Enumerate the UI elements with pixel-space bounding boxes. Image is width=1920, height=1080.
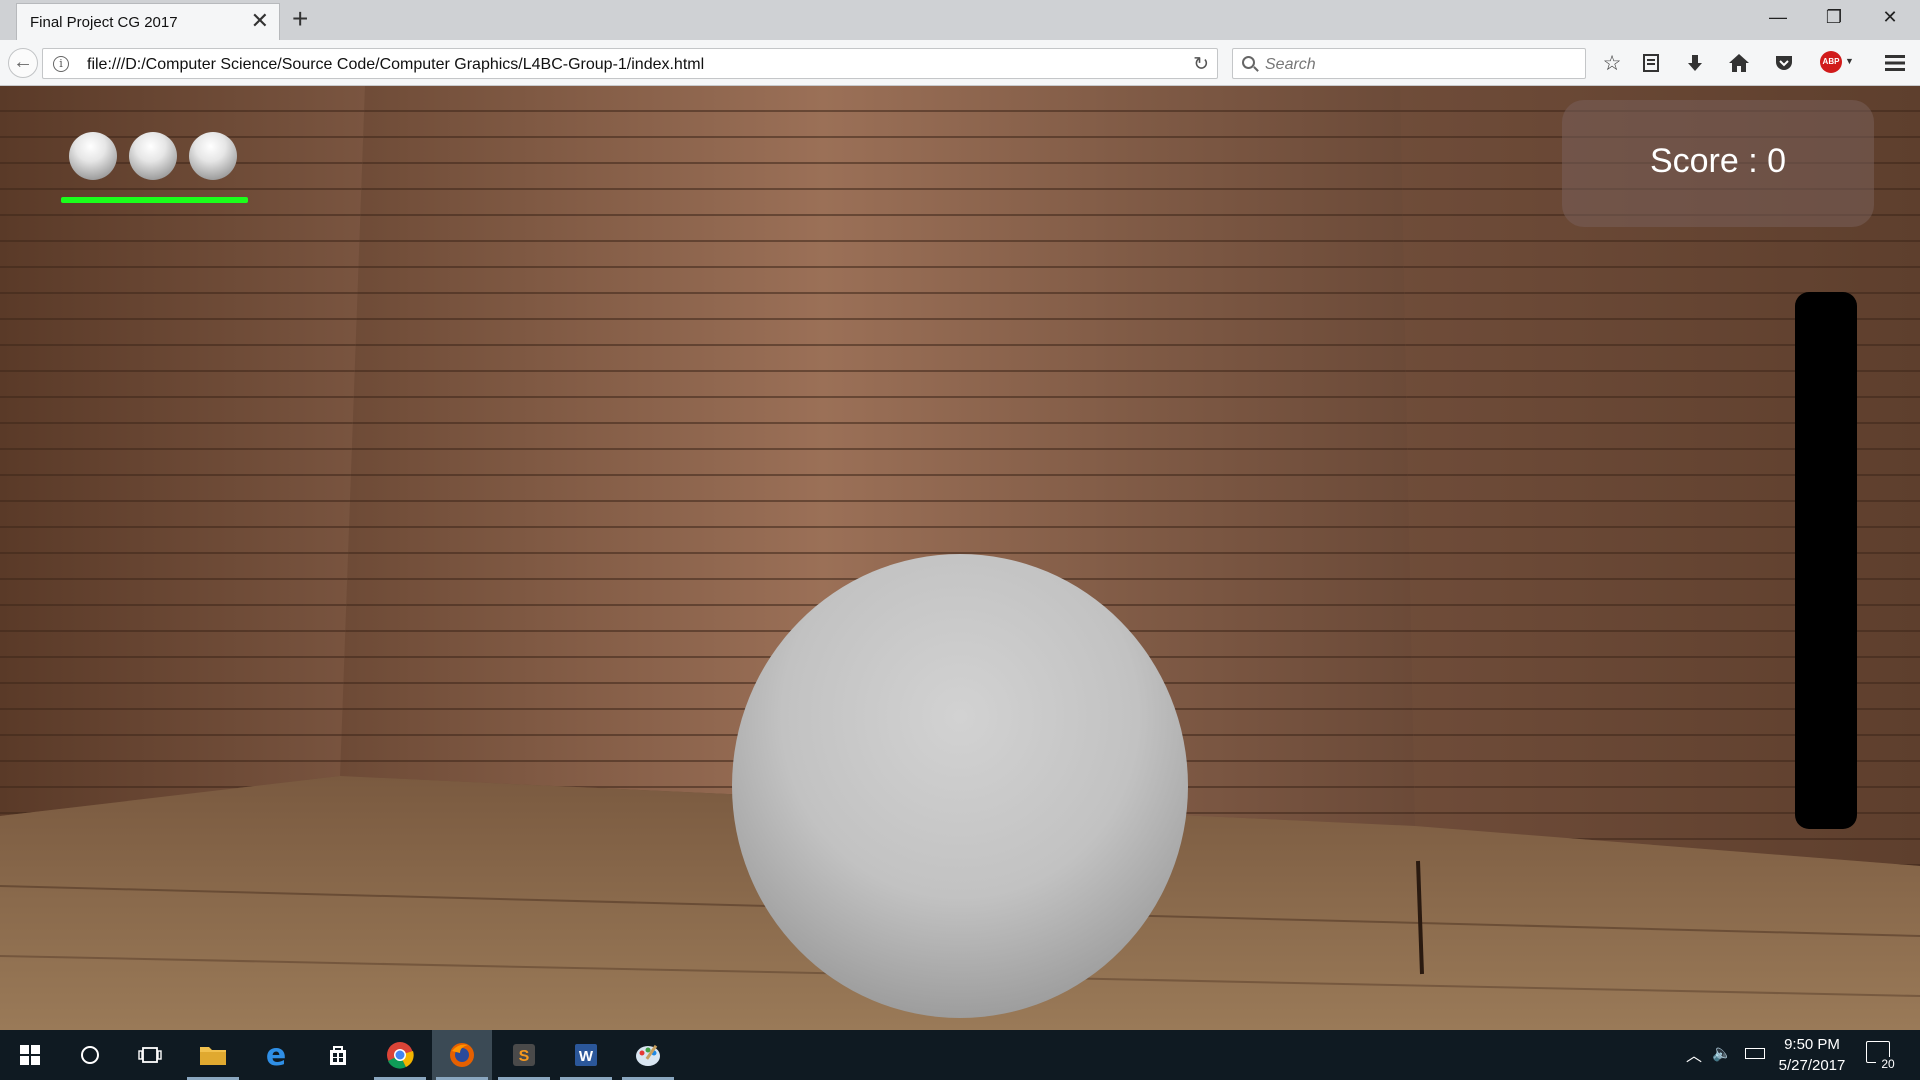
player-ball xyxy=(732,554,1188,1018)
adblock-plus-icon[interactable]: ABP xyxy=(1820,51,1842,73)
search-icon xyxy=(1242,56,1255,69)
back-arrow-icon: ← xyxy=(13,51,33,73)
svg-text:W: W xyxy=(579,1048,594,1065)
new-tab-button[interactable]: + xyxy=(292,4,308,34)
chevron-down-icon[interactable]: ▼ xyxy=(1845,56,1854,66)
url-text[interactable]: file:///D:/Computer Science/Source Code/… xyxy=(87,56,704,74)
score-text: Score : 0 xyxy=(1649,142,1787,180)
store-icon[interactable] xyxy=(308,1030,368,1080)
download-icon[interactable] xyxy=(1680,48,1710,78)
reload-icon[interactable]: ↻ xyxy=(1193,53,1209,76)
score-panel: Score : 0 xyxy=(1562,100,1874,227)
cortana-icon[interactable] xyxy=(60,1030,120,1080)
windows-start-icon[interactable] xyxy=(0,1030,60,1080)
tab-close-icon[interactable]: ✕ xyxy=(251,10,269,32)
volume-icon[interactable]: 🔈 xyxy=(1712,1043,1732,1063)
tab-strip: Final Project CG 2017 ✕ + — ❐ ✕ xyxy=(0,0,1920,40)
paint-icon[interactable] xyxy=(618,1030,678,1080)
svg-text:S: S xyxy=(519,1048,530,1065)
tab-title: Final Project CG 2017 xyxy=(30,14,178,31)
clock-time[interactable]: 9:50 PM xyxy=(1776,1036,1848,1053)
life-ball-icon xyxy=(189,132,237,180)
task-view-icon[interactable] xyxy=(120,1030,180,1080)
home-icon[interactable] xyxy=(1724,48,1754,78)
restore-button[interactable]: ❐ xyxy=(1812,0,1856,34)
power-meter xyxy=(1795,292,1857,829)
search-input[interactable]: Search xyxy=(1232,48,1586,79)
search-placeholder: Search xyxy=(1265,56,1316,73)
back-button[interactable]: ← xyxy=(8,48,38,78)
navigation-toolbar: ← i file:///D:/Computer Science/Source C… xyxy=(0,40,1920,86)
life-ball-icon xyxy=(69,132,117,180)
address-bar[interactable]: i file:///D:/Computer Science/Source Cod… xyxy=(42,48,1218,79)
reading-list-icon[interactable] xyxy=(1636,48,1666,78)
battery-icon[interactable] xyxy=(1745,1048,1765,1059)
life-ball-icon xyxy=(129,132,177,180)
clock-date[interactable]: 5/27/2017 xyxy=(1772,1057,1852,1074)
word-icon[interactable]: W xyxy=(556,1030,616,1080)
sublime-text-icon[interactable]: S xyxy=(494,1030,554,1080)
taskbar: e S W ︿ 🔈 9:50 PM 5/27/2017 20 xyxy=(0,1030,1920,1080)
notification-count-badge: 20 xyxy=(1876,1057,1900,1071)
health-bar xyxy=(61,197,248,203)
edge-icon[interactable]: e xyxy=(246,1030,306,1080)
left-wall-planks xyxy=(0,86,365,816)
chrome-icon[interactable] xyxy=(370,1030,430,1080)
site-info-icon[interactable]: i xyxy=(53,56,69,72)
file-explorer-icon[interactable] xyxy=(183,1030,243,1080)
star-icon[interactable]: ☆ xyxy=(1597,48,1627,78)
pocket-icon[interactable] xyxy=(1769,48,1799,78)
close-window-button[interactable]: ✕ xyxy=(1868,0,1912,34)
menu-icon[interactable] xyxy=(1880,48,1910,78)
firefox-icon[interactable] xyxy=(432,1030,492,1080)
tab-final-project[interactable]: Final Project CG 2017 ✕ xyxy=(16,3,280,40)
minimize-button[interactable]: — xyxy=(1756,0,1800,34)
show-hidden-icons-chevron-icon[interactable]: ︿ xyxy=(1686,1042,1702,1066)
game-scene xyxy=(0,86,1920,1030)
game-canvas[interactable]: Score : 0 xyxy=(0,86,1920,1030)
